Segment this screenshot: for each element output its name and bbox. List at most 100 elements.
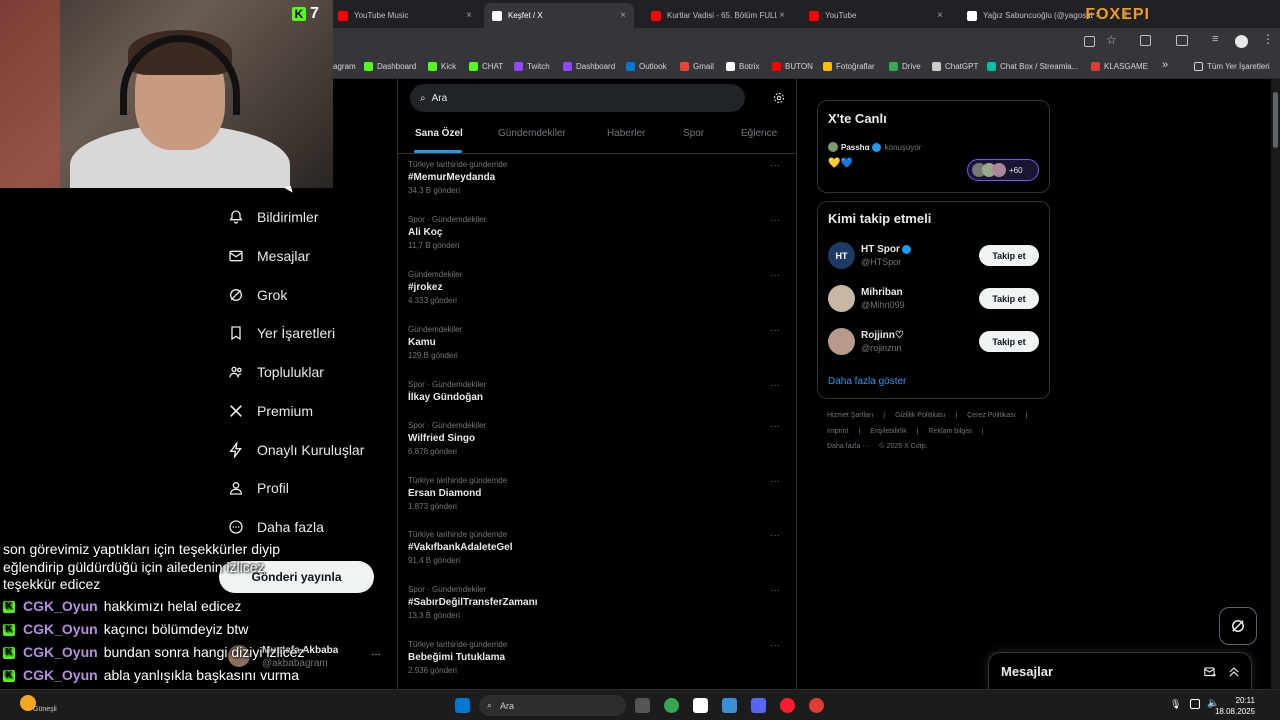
chevron-up-icon[interactable] — [1227, 665, 1241, 679]
tab-entertainment[interactable]: Eğlence — [741, 128, 777, 139]
extensions-icon[interactable] — [1140, 35, 1151, 46]
app-icon[interactable] — [809, 698, 824, 713]
task-view-icon[interactable] — [635, 698, 650, 713]
bookmark-item[interactable]: Twitch — [514, 62, 550, 71]
all-bookmarks-folder[interactable]: Tüm Yer İşaretleri — [1194, 62, 1270, 71]
browser-tab[interactable]: YouTube × — [801, 3, 951, 28]
follow-suggestion[interactable]: HT HT Spor @HTSpor — [828, 242, 911, 269]
nav-item-grok[interactable]: Grok — [228, 287, 287, 303]
live-listeners-badge[interactable]: +60 — [967, 159, 1039, 181]
trend-more-icon[interactable]: ··· — [770, 585, 780, 596]
nav-item-premium[interactable]: Premium — [228, 403, 313, 419]
messages-drawer[interactable]: Mesajlar — [988, 652, 1252, 692]
footer-link[interactable]: Hizmet Şartları — [827, 412, 873, 419]
bookmark-item[interactable]: Fotoğraflar — [823, 62, 875, 71]
bookmark-item[interactable]: Dashboard — [563, 62, 615, 71]
browser-tab[interactable]: Keşfet / X × — [484, 3, 634, 28]
split-view-icon[interactable] — [1176, 35, 1188, 46]
network-icon[interactable] — [1190, 699, 1200, 709]
bookmark-item[interactable]: Drive — [889, 62, 921, 71]
show-more-link[interactable]: Daha fazla göster — [828, 376, 906, 387]
opera-icon[interactable] — [780, 698, 795, 713]
trend-more-icon[interactable]: ··· — [770, 270, 780, 281]
nav-item-verified-orgs[interactable]: Onaylı Kuruluşlar — [228, 442, 364, 458]
nav-item-notifications[interactable]: Bildirimler — [228, 209, 318, 225]
tab-trending[interactable]: Gündemdekiler — [498, 128, 566, 139]
footer-link[interactable]: Erişilebilirlik — [870, 428, 907, 435]
bookmark-item[interactable]: KLASGAME — [1091, 62, 1148, 71]
app-icon[interactable] — [722, 698, 737, 713]
footer-link[interactable]: Daha fazla ··· — [827, 443, 869, 450]
trend-item[interactable]: Gündemdekiler Kamu 129 B gönderi ··· — [408, 325, 788, 360]
follow-suggestion[interactable]: Mihriban @Mihri099 — [828, 285, 905, 312]
bookmark-star-icon[interactable]: ☆ — [1106, 33, 1117, 47]
footer-link[interactable]: Reklam bilgisi — [929, 428, 972, 435]
trend-more-icon[interactable]: ··· — [770, 476, 780, 487]
x-app-icon[interactable] — [693, 698, 708, 713]
install-app-icon[interactable] — [1084, 36, 1095, 47]
browser-tab[interactable]: YouTube Music × — [330, 3, 480, 28]
search-input[interactable]: ⌕ Ara — [410, 84, 745, 112]
bookmark-item[interactable]: Chat Box / Streamla... — [987, 62, 1078, 71]
page-scrollbar[interactable] — [1271, 79, 1280, 689]
bookmark-item[interactable]: Botrix — [726, 62, 759, 71]
bookmark-item[interactable]: Dashboard — [364, 62, 416, 71]
trend-item[interactable]: Spor · Gündemdekiler Wilfried Singo 6.878 … — [408, 421, 788, 456]
follow-suggestion[interactable]: Rojjinn♡ @rojinznn — [828, 328, 904, 355]
trend-item[interactable]: Türkiye tarihinde gündemde Ersan Diamond 1… — [408, 476, 788, 511]
trend-item[interactable]: Türkiye tarihinde gündemde #MemurMeydanda… — [408, 160, 788, 195]
reading-list-icon[interactable]: ≡ — [1212, 33, 1218, 45]
new-message-icon[interactable] — [1203, 665, 1217, 679]
trend-item[interactable]: Gündemdekiler #jrokez 4.333 gönderi ··· — [408, 270, 788, 305]
trend-item[interactable]: Spor · Gündemdekiler Ali Koç 11,7 B gönder… — [408, 215, 788, 250]
tab-sports[interactable]: Spor — [683, 128, 704, 139]
trend-more-icon[interactable]: ··· — [770, 215, 780, 226]
windows-start-icon[interactable] — [455, 698, 470, 713]
trend-more-icon[interactable]: ··· — [770, 530, 780, 541]
bookmark-item[interactable]: CHAT — [469, 62, 503, 71]
nav-item-more[interactable]: Daha fazla — [228, 519, 324, 535]
trend-item[interactable]: Türkiye tarihinde gündemde #VakıfbankAdal… — [408, 530, 788, 565]
trend-more-icon[interactable]: ··· — [770, 325, 780, 336]
bookmark-item[interactable]: BUTON — [772, 62, 813, 71]
footer-link[interactable]: Imprint — [827, 428, 848, 435]
tab-close-icon[interactable]: × — [937, 10, 943, 21]
trend-more-icon[interactable]: ··· — [770, 640, 780, 651]
follow-button[interactable]: Takip et — [979, 288, 1039, 309]
footer-link[interactable]: © 2025 X Corp. — [879, 443, 927, 450]
chrome-icon[interactable] — [664, 698, 679, 713]
tab-news[interactable]: Haberler — [607, 128, 645, 139]
footer-link[interactable]: Gizlilik Politikası — [895, 412, 945, 419]
bookmarks-overflow-button[interactable]: » — [1162, 59, 1168, 71]
settings-gear-icon[interactable] — [773, 92, 785, 104]
trend-more-icon[interactable]: ··· — [770, 160, 780, 171]
live-card[interactable]: X'te Canlı Passhα konuşuyor 💛💙 +60 — [817, 100, 1050, 193]
browser-tab[interactable]: Kurtlar Vadisi - 65. Bölüm FULL × — [643, 3, 793, 28]
nav-item-bookmarks[interactable]: Yer İşaretleri — [228, 325, 335, 341]
trend-more-icon[interactable]: ··· — [770, 421, 780, 432]
bookmark-item[interactable]: Kick — [428, 62, 456, 71]
nav-item-profile[interactable]: Profil — [228, 480, 289, 496]
nav-item-communities[interactable]: Topluluklar — [228, 364, 324, 380]
scrollbar-thumb[interactable] — [1273, 92, 1278, 148]
taskbar-search[interactable]: ⌕ Ara — [479, 695, 626, 716]
tab-for-you[interactable]: Sana Özel — [415, 128, 463, 139]
grok-button[interactable] — [1219, 607, 1257, 645]
trend-item[interactable]: Spor · Gündemdekiler İlkay Gündoğan ··· — [408, 380, 788, 403]
trend-item[interactable]: Türkiye tarihinde gündemde Bebeğimi Tutuk… — [408, 640, 788, 675]
discord-icon[interactable] — [751, 698, 766, 713]
trend-item[interactable]: Spor · Gündemdekiler #SabırDeğilTransferZ… — [408, 585, 788, 620]
tab-close-icon[interactable]: × — [466, 10, 472, 21]
footer-link[interactable]: Çerez Politikası — [967, 412, 1016, 419]
microphone-icon[interactable]: 🎙 — [1170, 699, 1181, 710]
bookmark-item[interactable]: Outlook — [626, 62, 667, 71]
tab-close-icon[interactable]: × — [779, 10, 785, 21]
nav-item-messages[interactable]: Mesajlar — [228, 248, 310, 264]
trend-more-icon[interactable]: ··· — [770, 380, 780, 391]
follow-button[interactable]: Takip et — [979, 331, 1039, 352]
bookmark-item[interactable]: ChatGPT — [932, 62, 978, 71]
tab-close-icon[interactable]: × — [620, 10, 626, 21]
follow-button[interactable]: Takip et — [979, 245, 1039, 266]
browser-menu-icon[interactable]: ⋮ — [1262, 32, 1274, 46]
bookmark-item[interactable]: Gmail — [680, 62, 714, 71]
